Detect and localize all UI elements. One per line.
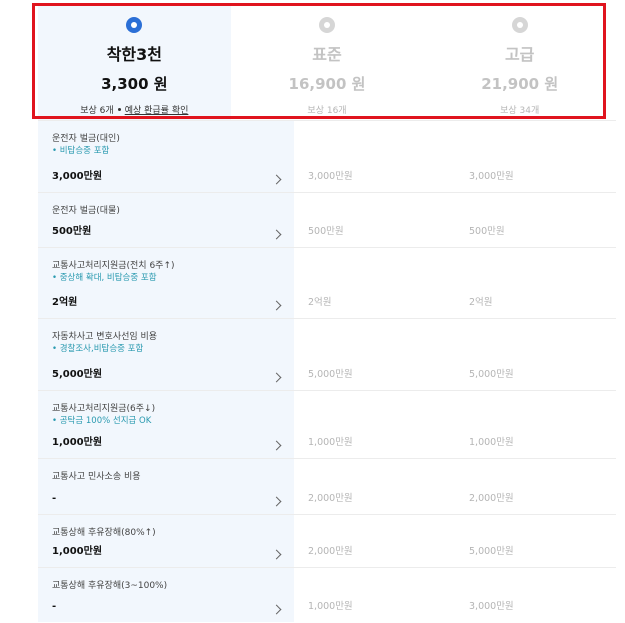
coverage-amount: 5,000만원 bbox=[52, 369, 103, 380]
coverage-cell-selected: 교통사고 민사소송 비용 - bbox=[38, 459, 294, 514]
coverage-cell-selected: 교통사고처리지원금(6주↓) • 공탁금 100% 선지급 OK 1,000만원 bbox=[38, 391, 294, 458]
chevron-right-icon[interactable] bbox=[271, 229, 282, 240]
coverage-amount: 3,000만원 bbox=[52, 171, 103, 182]
coverage-amount: 5,000만원 bbox=[469, 369, 514, 380]
chevron-right-icon[interactable] bbox=[271, 174, 282, 185]
chevron-right-icon[interactable] bbox=[271, 440, 282, 451]
coverage-cell: 500만원 bbox=[455, 193, 616, 247]
coverage-note: • 중상해 확대, 비탑승중 포함 bbox=[52, 273, 157, 283]
coverage-cell: 3,000만원 bbox=[294, 121, 455, 192]
coverage-cell: 3,000만원 bbox=[455, 121, 616, 192]
coverage-label: 교통상해 후유장해(80%↑) bbox=[52, 528, 156, 538]
coverage-amount: 3,000만원 bbox=[469, 171, 514, 182]
coverage-cell-selected: 교통상해 후유장해(80%↑) 1,000만원 bbox=[38, 515, 294, 567]
plan-meta: 보상 16개 bbox=[307, 103, 346, 116]
coverage-cell: 5,000만원 bbox=[455, 319, 616, 390]
coverage-row: 운전자 벌금(대인) • 비탑승중 포함 3,000만원 3,000만원 3,0… bbox=[38, 120, 616, 192]
coverage-label: 교통사고처리지원금(전치 6주↑) bbox=[52, 261, 175, 271]
coverage-row: 교통상해 후유장해(3~100%) - 1,000만원 3,000만원 bbox=[38, 567, 616, 622]
coverage-amount: 1,000만원 bbox=[469, 437, 514, 448]
plan-coverage-count: 보상 6개 bbox=[80, 106, 114, 116]
plan-name: 고급 bbox=[504, 45, 535, 64]
bullet-dot-icon bbox=[117, 108, 121, 111]
coverage-cell: 2억원 bbox=[455, 248, 616, 318]
radio-unselected-icon[interactable] bbox=[511, 17, 528, 33]
coverage-cell-selected: 운전자 벌금(대물) 500만원 bbox=[38, 193, 294, 247]
coverage-cell-selected: 운전자 벌금(대인) • 비탑승중 포함 3,000만원 bbox=[38, 121, 294, 192]
coverage-cell: 2,000만원 bbox=[294, 515, 455, 567]
coverage-cell: 3,000만원 bbox=[455, 568, 616, 622]
coverage-row: 교통상해 후유장해(80%↑) 1,000만원 2,000만원 5,000만원 bbox=[38, 514, 616, 567]
plan-price: 16,900 원 bbox=[288, 75, 366, 93]
plan-option-standard[interactable]: 표준 16,900 원 보상 16개 bbox=[231, 6, 424, 120]
coverage-amount: 5,000만원 bbox=[469, 546, 514, 557]
plan-price: 21,900 원 bbox=[481, 75, 559, 93]
coverage-table: 운전자 벌금(대인) • 비탑승중 포함 3,000만원 3,000만원 3,0… bbox=[38, 120, 616, 622]
plan-price: 3,300 원 bbox=[101, 75, 168, 93]
radio-unselected-icon[interactable] bbox=[319, 17, 335, 33]
chevron-right-icon[interactable] bbox=[271, 300, 282, 311]
coverage-amount: 2,000만원 bbox=[308, 546, 353, 557]
chevron-right-icon[interactable] bbox=[271, 549, 282, 560]
coverage-cell: 2,000만원 bbox=[294, 459, 455, 514]
coverage-label: 운전자 벌금(대물) bbox=[52, 206, 120, 216]
coverage-label: 교통사고 민사소송 비용 bbox=[52, 472, 141, 482]
coverage-cell: 500만원 bbox=[294, 193, 455, 247]
coverage-note: • 공탁금 100% 선지급 OK bbox=[52, 416, 152, 426]
plan-meta: 보상 34개 bbox=[500, 103, 539, 116]
coverage-amount: 500만원 bbox=[52, 226, 92, 237]
coverage-amount: 5,000만원 bbox=[308, 369, 353, 380]
coverage-row: 교통사고처리지원금(6주↓) • 공탁금 100% 선지급 OK 1,000만원… bbox=[38, 390, 616, 458]
coverage-cell-selected: 교통상해 후유장해(3~100%) - bbox=[38, 568, 294, 622]
coverage-cell: 5,000만원 bbox=[455, 515, 616, 567]
plan-option-basic[interactable]: 착한3천 3,300 원 보상 6개 예상 환급률 확인 bbox=[38, 6, 231, 120]
coverage-amount: 1,000만원 bbox=[308, 437, 353, 448]
coverage-amount: 2억원 bbox=[469, 297, 493, 308]
coverage-amount: 2,000만원 bbox=[308, 493, 353, 504]
plan-name: 표준 bbox=[312, 45, 342, 64]
plan-meta: 보상 6개 예상 환급률 확인 bbox=[80, 103, 188, 116]
chevron-right-icon[interactable] bbox=[271, 604, 282, 615]
coverage-label: 교통사고처리지원금(6주↓) bbox=[52, 404, 156, 414]
coverage-row: 교통사고 민사소송 비용 - 2,000만원 2,000만원 bbox=[38, 458, 616, 514]
refund-rate-link[interactable]: 예상 환급률 확인 bbox=[125, 103, 189, 116]
coverage-amount: 3,000만원 bbox=[469, 601, 514, 612]
coverage-note: • 경찰조사,비탑승중 포함 bbox=[52, 344, 144, 354]
coverage-amount: 500만원 bbox=[469, 226, 505, 237]
coverage-cell: 5,000만원 bbox=[294, 319, 455, 390]
chevron-right-icon[interactable] bbox=[271, 496, 282, 507]
coverage-label: 자동차사고 변호사선임 비용 bbox=[52, 332, 158, 342]
coverage-amount: 3,000만원 bbox=[308, 171, 353, 182]
plan-name: 착한3천 bbox=[106, 45, 162, 64]
coverage-cell: 1,000만원 bbox=[294, 568, 455, 622]
coverage-cell: 2,000만원 bbox=[455, 459, 616, 514]
coverage-row: 운전자 벌금(대물) 500만원 500만원 500만원 bbox=[38, 192, 616, 247]
coverage-amount: 1,000만원 bbox=[308, 601, 353, 612]
plan-selector: 착한3천 3,300 원 보상 6개 예상 환급률 확인 표준 16,900 원… bbox=[38, 6, 616, 120]
plan-option-premium[interactable]: 고급 21,900 원 보상 34개 bbox=[423, 6, 616, 120]
coverage-amount: 1,000만원 bbox=[52, 437, 103, 448]
coverage-amount: 2억원 bbox=[308, 297, 332, 308]
coverage-amount: - bbox=[52, 601, 57, 612]
coverage-amount: 1,000만원 bbox=[52, 546, 103, 557]
coverage-amount: 500만원 bbox=[308, 226, 344, 237]
coverage-label: 운전자 벌금(대인) bbox=[52, 134, 120, 144]
coverage-cell-selected: 교통사고처리지원금(전치 6주↑) • 중상해 확대, 비탑승중 포함 2억원 bbox=[38, 248, 294, 318]
plan-coverage-count: 보상 16개 bbox=[307, 106, 347, 116]
coverage-label: 교통상해 후유장해(3~100%) bbox=[52, 581, 168, 591]
radio-selected-icon[interactable] bbox=[126, 17, 143, 33]
coverage-amount: 2억원 bbox=[52, 297, 78, 308]
coverage-cell-selected: 자동차사고 변호사선임 비용 • 경찰조사,비탑승중 포함 5,000만원 bbox=[38, 319, 294, 390]
coverage-note: • 비탑승중 포함 bbox=[52, 146, 110, 156]
coverage-amount: - bbox=[52, 493, 57, 504]
coverage-row: 교통사고처리지원금(전치 6주↑) • 중상해 확대, 비탑승중 포함 2억원 … bbox=[38, 247, 616, 318]
coverage-cell: 1,000만원 bbox=[455, 391, 616, 458]
plan-coverage-count: 보상 34개 bbox=[500, 106, 540, 116]
coverage-row: 자동차사고 변호사선임 비용 • 경찰조사,비탑승중 포함 5,000만원 5,… bbox=[38, 318, 616, 390]
coverage-cell: 1,000만원 bbox=[294, 391, 455, 458]
coverage-cell: 2억원 bbox=[294, 248, 455, 318]
coverage-amount: 2,000만원 bbox=[469, 493, 514, 504]
chevron-right-icon[interactable] bbox=[271, 372, 282, 383]
